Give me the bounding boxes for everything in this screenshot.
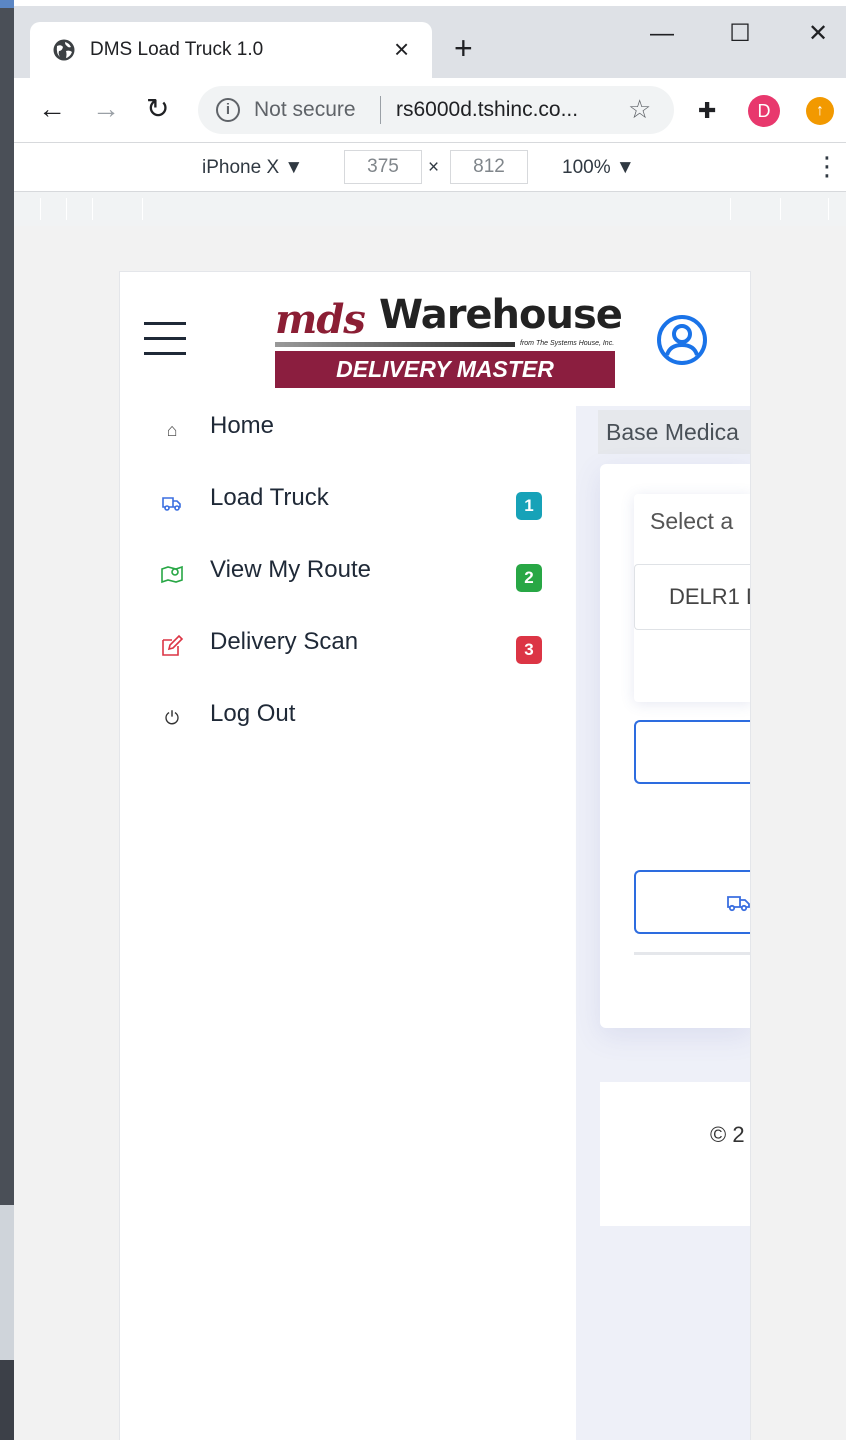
update-icon[interactable]: ↑ [806,97,834,125]
logo-warehouse: Warehouse [379,292,623,338]
emulated-viewport: mds Warehouse from The Systems House, In… [14,226,846,1440]
ruler-tick [66,198,67,220]
map-icon [161,565,183,584]
logo-rule [275,342,515,347]
route-option[interactable]: DELR1 D [634,564,750,630]
badge-1: 1 [516,492,542,520]
address-separator [380,96,381,124]
zoom-selector[interactable]: 100% ▼ [562,157,635,179]
media-query-ruler [14,192,846,226]
address-bar[interactable]: i Not secure rs6000d.tshinc.co... ☆ [198,86,674,134]
close-window-button[interactable]: ✕ [790,14,846,54]
sidebar-item-delivery-scan[interactable]: Delivery Scan 3 [160,624,550,664]
more-options-icon[interactable]: ⋮ [814,151,840,181]
maximize-button[interactable]: ☐ [712,14,768,54]
tab-strip: DMS Load Truck 1.0 × + — ☐ ✕ [14,6,846,78]
divider [634,952,750,955]
sidebar-item-label: Delivery Scan [210,628,359,655]
browser-window: DMS Load Truck 1.0 × + — ☐ ✕ ← → ↻ i Not… [14,6,846,1440]
home-icon: ⌂ [166,420,178,440]
load-truck-card: Select a DELR1 D [600,464,750,1028]
info-icon[interactable]: i [216,98,240,122]
profile-avatar[interactable]: D [748,95,780,127]
height-input[interactable]: 812 [450,150,528,184]
main-content: Base Medica Select a DELR1 D [576,406,750,1440]
load-truck-button[interactable] [634,870,750,934]
sidebar-item-label: Log Out [210,700,296,727]
sidebar-item-label: Home [210,412,275,439]
bookmark-star-icon[interactable]: ☆ [628,94,651,125]
desktop-edge-dark [0,1360,14,1440]
logo-delivery-master: DELIVERY MASTER [275,351,615,388]
ruler-tick [780,198,781,220]
new-tab-button[interactable]: + [454,32,473,64]
footer: © 2 [600,1082,750,1226]
logo-from: from The Systems House, Inc. [520,340,615,347]
ruler-tick [92,198,93,220]
device-selector[interactable]: iPhone X ▼ [202,157,303,179]
sidebar-item-home[interactable]: ⌂ Home [160,408,550,448]
ruler-tick [730,198,731,220]
forward-button[interactable]: → [92,92,120,126]
sidebar-menu: ⌂ Home Load Truck 1 View My Route 2 Deli… [120,406,576,1440]
width-input[interactable]: 375 [344,150,422,184]
power-icon: ⏻ [164,708,180,728]
extensions-icon[interactable]: ✚ [698,98,716,124]
app-header: mds Warehouse from The Systems House, In… [120,272,750,406]
breadcrumb: Base Medica [598,410,750,454]
mds-warehouse-logo: mds Warehouse from The Systems House, In… [275,292,623,390]
url-text[interactable]: rs6000d.tshinc.co... [396,98,578,122]
tab-close-icon[interactable]: × [394,34,409,64]
badge-3: 3 [516,636,542,664]
dimension-separator: × [428,157,440,178]
edit-icon [162,634,184,656]
badge-2: 2 [516,564,542,592]
app-screen: mds Warehouse from The Systems House, In… [119,271,751,1440]
address-toolbar: ← → ↻ i Not secure rs6000d.tshinc.co... … [14,78,846,142]
route-select-panel: Select a DELR1 D [634,494,750,702]
user-profile-icon[interactable] [656,314,708,366]
route-input-button[interactable] [634,720,750,784]
tab-title: DMS Load Truck 1.0 [90,39,264,60]
logo-mds: mds [275,296,366,343]
copyright-text: © 2 [710,1122,745,1147]
security-label[interactable]: Not secure [254,98,356,122]
ruler-tick [828,198,829,220]
sidebar-item-load-truck[interactable]: Load Truck 1 [160,480,550,520]
globe-icon [53,39,75,61]
sidebar-item-log-out[interactable]: ⏻ Log Out [160,696,550,736]
reload-button[interactable]: ↻ [146,92,169,126]
hamburger-menu-icon[interactable] [144,322,188,356]
sidebar-item-label: Load Truck [210,484,329,511]
ruler-tick [40,198,41,220]
back-button[interactable]: ← [38,92,66,126]
select-label: Select a [650,508,734,534]
browser-tab[interactable]: DMS Load Truck 1.0 × [30,22,432,78]
ruler-tick [142,198,143,220]
desktop-edge [0,0,14,1440]
sidebar-item-view-my-route[interactable]: View My Route 2 [160,552,550,592]
device-toolbar: iPhone X ▼ 375 × 812 100% ▼ ⋮ [14,142,846,192]
truck-icon [727,896,750,912]
sidebar-item-label: View My Route [210,556,371,583]
minimize-button[interactable]: — [634,14,690,54]
desktop-edge-blue [0,0,14,8]
truck-icon [162,497,181,511]
